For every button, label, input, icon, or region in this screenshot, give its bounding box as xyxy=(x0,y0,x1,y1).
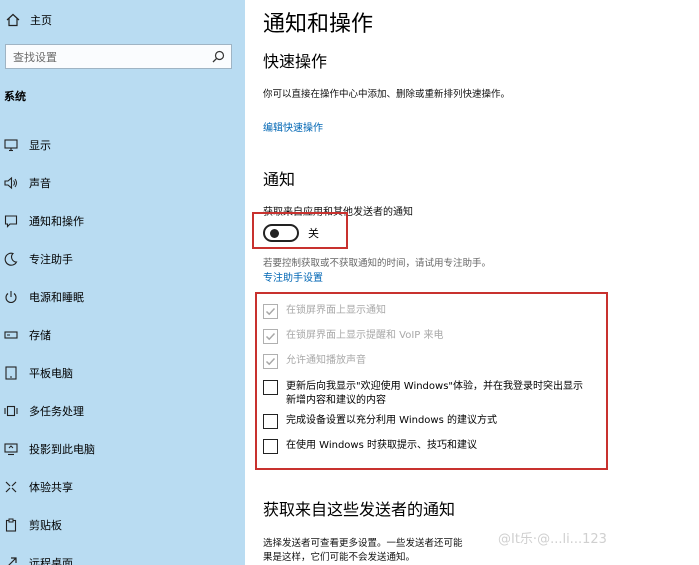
sidebar-item-display[interactable]: 显示 xyxy=(0,126,245,164)
sidebar-item-label: 专注助手 xyxy=(29,253,73,266)
sidebar-item-sound[interactable]: 声音 xyxy=(0,164,245,202)
sidebar-home[interactable]: 主页 xyxy=(0,8,245,32)
sidebar-item-tablet[interactable]: 平板电脑 xyxy=(0,354,245,392)
sidebar-item-multitasking[interactable]: 多任务处理 xyxy=(0,392,245,430)
speaker-icon xyxy=(3,175,19,191)
sidebar-item-label: 电源和睡眠 xyxy=(29,291,84,304)
sidebar-item-clipboard[interactable]: 剪贴板 xyxy=(0,506,245,544)
highlight-box-checkboxes xyxy=(255,292,608,470)
senders-heading: 获取来自这些发送者的通知 xyxy=(263,500,456,519)
page-title: 通知和操作 xyxy=(263,12,374,37)
search-placeholder: 查找设置 xyxy=(13,50,57,64)
sidebar-home-label: 主页 xyxy=(30,14,52,27)
tablet-icon xyxy=(3,365,19,381)
quick-actions-heading: 快速操作 xyxy=(263,52,328,71)
senders-description-line1: 选择发送者可查看更多设置。一些发送者还可能 xyxy=(263,538,463,549)
highlight-box-toggle xyxy=(252,212,348,249)
search-input[interactable]: 查找设置 xyxy=(5,44,232,69)
moon-icon xyxy=(3,251,19,267)
share-icon xyxy=(3,479,19,495)
notification-icon xyxy=(3,213,19,229)
sidebar-item-focus-assist[interactable]: 专注助手 xyxy=(0,240,245,278)
home-icon xyxy=(6,13,20,27)
sidebar-item-label: 通知和操作 xyxy=(29,215,84,228)
sidebar-item-label: 投影到此电脑 xyxy=(29,443,95,456)
sidebar-item-label: 存储 xyxy=(29,329,51,342)
multitask-icon xyxy=(3,403,19,419)
sidebar-item-projection[interactable]: 投影到此电脑 xyxy=(0,430,245,468)
sidebar-item-label: 体验共享 xyxy=(29,481,73,494)
notifications-heading: 通知 xyxy=(263,170,296,189)
sidebar-item-label: 显示 xyxy=(29,139,51,152)
storage-icon xyxy=(3,327,19,343)
sidebar-item-label: 多任务处理 xyxy=(29,405,84,418)
remote-desktop-icon xyxy=(3,555,19,565)
projection-icon xyxy=(3,441,19,457)
sidebar-item-notifications[interactable]: 通知和操作 xyxy=(0,202,245,240)
sidebar-item-power[interactable]: 电源和睡眠 xyxy=(0,278,245,316)
focus-assist-settings-link[interactable]: 专注助手设置 xyxy=(263,269,323,284)
focus-assist-hint: 若要控制获取或不获取通知的时间，请试用专注助手。 xyxy=(263,258,492,269)
sidebar-item-label: 剪贴板 xyxy=(29,519,62,532)
clipboard-icon xyxy=(3,517,19,533)
sidebar-nav: 显示 声音 通知和操作 专注助手 电源和睡眠 存储 平板电脑 多任务处理 投影到… xyxy=(0,126,245,565)
edit-quick-actions-link[interactable]: 编辑快速操作 xyxy=(263,119,323,134)
main-content: 通知和操作 快速操作 你可以直接在操作中心中添加、删除或重新排列快速操作。 编辑… xyxy=(245,0,699,565)
senders-description-line2: 果是这样，它们可能不会发送通知。 xyxy=(263,552,416,563)
sidebar-item-storage[interactable]: 存储 xyxy=(0,316,245,354)
sidebar-item-remote-desktop[interactable]: 远程桌面 xyxy=(0,544,245,565)
monitor-icon xyxy=(3,137,19,153)
sidebar-item-label: 声音 xyxy=(29,177,51,190)
sidebar: 主页 查找设置 系统 显示 声音 通知和操作 专注助手 电源和睡眠 存储 平板电… xyxy=(0,0,245,565)
sidebar-item-shared-experiences[interactable]: 体验共享 xyxy=(0,468,245,506)
section-label-system: 系统 xyxy=(4,90,26,103)
sidebar-item-label: 远程桌面 xyxy=(29,557,73,565)
sidebar-item-label: 平板电脑 xyxy=(29,367,73,380)
search-icon[interactable] xyxy=(211,50,225,64)
watermark: @It乐·@...li...123 xyxy=(498,532,607,547)
quick-actions-description: 你可以直接在操作中心中添加、删除或重新排列快速操作。 xyxy=(263,89,511,100)
power-icon xyxy=(3,289,19,305)
